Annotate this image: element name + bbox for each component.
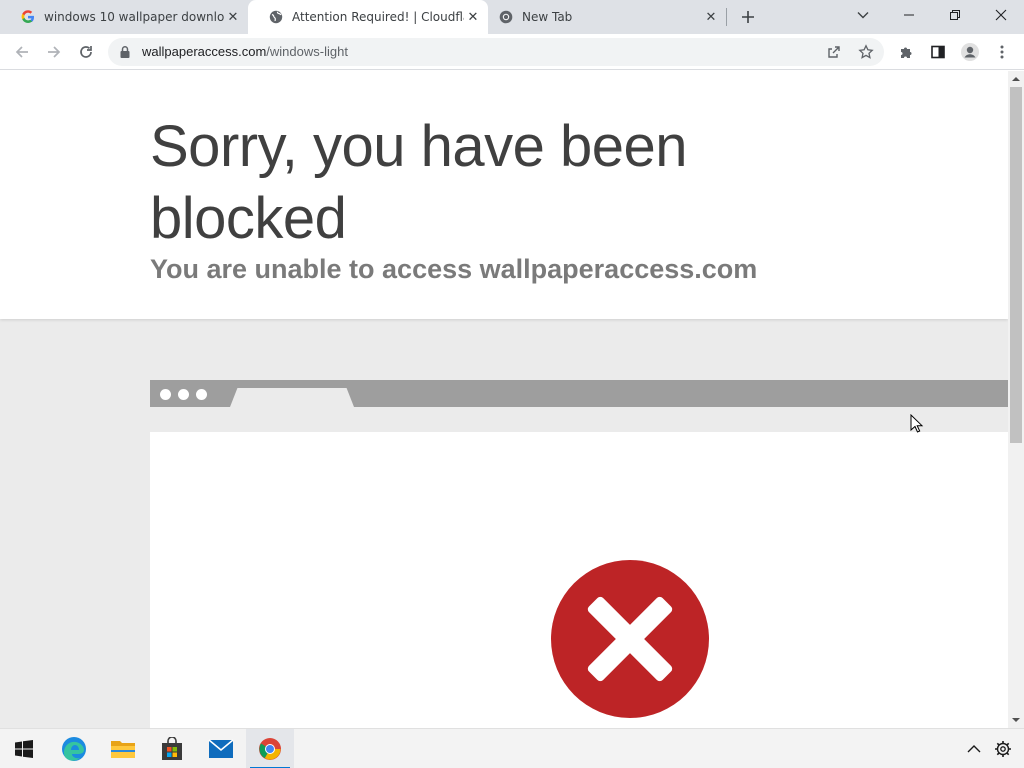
illustration-browser-bar (150, 380, 1008, 407)
close-tab-icon[interactable]: ✕ (702, 8, 720, 26)
scroll-up-arrow-icon[interactable] (1012, 75, 1020, 83)
profile-button[interactable] (958, 40, 982, 64)
blocked-x-icon (551, 560, 709, 718)
microsoft-store-icon (162, 737, 182, 760)
taskbar-edge[interactable] (50, 729, 98, 768)
back-button[interactable] (10, 40, 34, 64)
side-panel-button[interactable] (926, 40, 950, 64)
minimize-button[interactable] (886, 0, 932, 30)
tab-title: New Tab (522, 10, 573, 24)
puzzle-icon (901, 47, 912, 58)
chevron-down-icon (857, 12, 869, 19)
globe-icon (268, 9, 284, 25)
restore-icon (950, 10, 960, 20)
edge-icon (62, 737, 86, 761)
minimize-icon (904, 14, 914, 16)
address-url[interactable]: wallpaperaccess.com/windows-light (142, 44, 348, 59)
page-subtitle: You are unable to access wallpaperaccess… (150, 254, 758, 284)
close-tab-icon[interactable]: ✕ (224, 8, 242, 26)
illustration-tab (230, 388, 354, 407)
illustration-browser-window (150, 432, 1008, 728)
close-icon (995, 9, 1007, 21)
mouse-cursor-icon (910, 414, 924, 433)
tab-title: Attention Required! | Cloudflare (292, 10, 464, 24)
chrome-icon (498, 9, 514, 25)
vertical-scrollbar[interactable] (1008, 71, 1024, 728)
windows-taskbar (0, 728, 1024, 768)
tab-strip: windows 10 wallpaper download ✕ Attentio… (0, 0, 1024, 34)
url-host: wallpaperaccess.com (142, 44, 267, 59)
forward-button[interactable] (42, 40, 66, 64)
url-path: /windows-light (266, 44, 348, 59)
extensions-button[interactable] (894, 40, 918, 64)
avatar-icon (961, 43, 979, 61)
tab-search-button[interactable] (840, 0, 886, 30)
reload-button[interactable] (74, 40, 98, 64)
lock-icon[interactable] (118, 45, 132, 59)
tab-cloudflare[interactable]: Attention Required! | Cloudflare ✕ (248, 0, 488, 34)
show-hidden-icons-button[interactable] (962, 737, 986, 761)
new-tab-button[interactable] (736, 5, 760, 29)
page-viewport: Sorry, you have been blocked You are una… (0, 71, 1008, 728)
kebab-menu-icon (1000, 45, 1004, 59)
settings-tray-button[interactable] (991, 737, 1015, 761)
file-explorer-icon (111, 741, 135, 758)
share-icon[interactable] (824, 42, 844, 62)
start-button[interactable] (0, 729, 48, 768)
error-header: Sorry, you have been blocked You are una… (0, 71, 1008, 319)
gear-icon (995, 741, 1011, 757)
page-title: Sorry, you have been blocked (150, 114, 688, 251)
tab-google-search[interactable]: windows 10 wallpaper download ✕ (0, 0, 248, 34)
mail-icon (208, 739, 234, 758)
scrollbar-thumb[interactable] (1010, 87, 1022, 443)
close-window-button[interactable] (978, 0, 1024, 30)
windows-start-icon (15, 740, 33, 758)
chrome-icon (259, 738, 281, 760)
browser-toolbar: wallpaperaccess.com/windows-light (0, 34, 1024, 70)
taskbar-file-explorer[interactable] (99, 729, 147, 768)
tab-title: windows 10 wallpaper download (44, 10, 224, 24)
google-g-icon (20, 9, 36, 25)
taskbar-store[interactable] (148, 729, 196, 768)
window-dot (160, 389, 171, 400)
arrow-right-icon (48, 46, 61, 58)
restore-button[interactable] (932, 0, 978, 30)
scroll-down-arrow-icon[interactable] (1012, 716, 1020, 724)
taskbar-mail[interactable] (197, 729, 245, 768)
window-dot (178, 389, 189, 400)
tab-new-tab[interactable]: New Tab ✕ (478, 0, 726, 34)
chevron-up-icon (967, 745, 981, 753)
window-dot (196, 389, 207, 400)
plus-icon (742, 11, 754, 23)
tab-separator (726, 8, 727, 26)
reload-icon (80, 46, 92, 58)
menu-button[interactable] (990, 40, 1014, 64)
taskbar-chrome[interactable] (246, 729, 294, 768)
bookmark-star-icon[interactable] (856, 42, 876, 62)
address-bar[interactable]: wallpaperaccess.com/windows-light (108, 38, 884, 66)
side-panel-icon (931, 45, 945, 59)
arrow-left-icon (15, 46, 28, 58)
